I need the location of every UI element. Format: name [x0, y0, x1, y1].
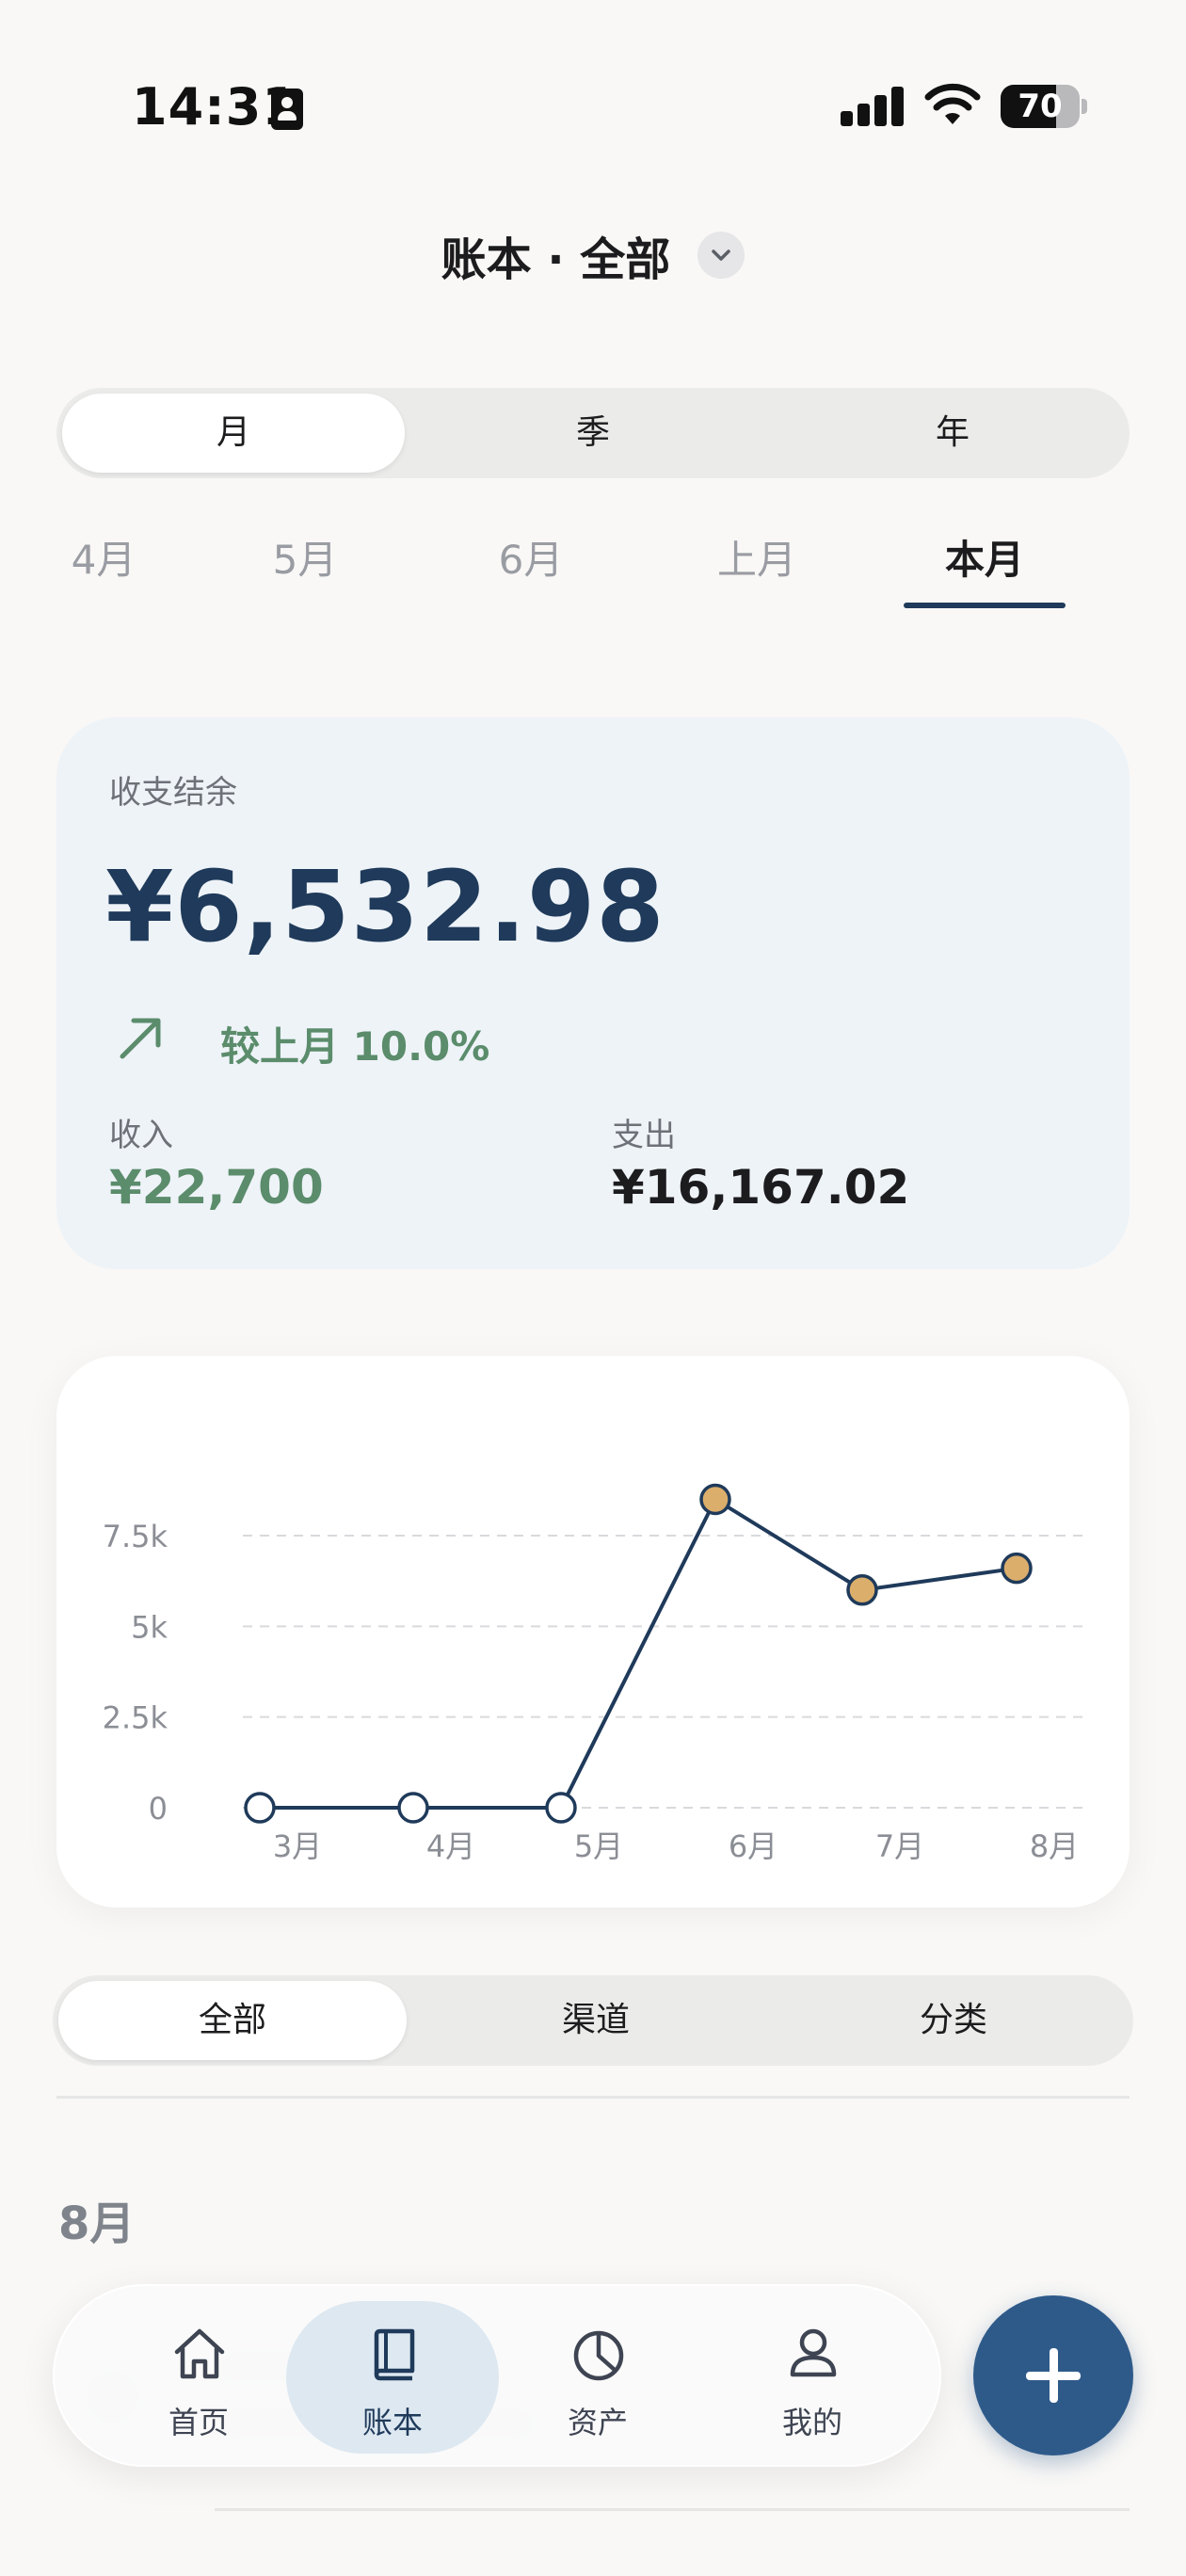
filter-segmented-control: 全部 渠道 分类 [53, 1975, 1133, 2066]
trend-up-icon [120, 1018, 161, 1059]
segment-quarter[interactable]: 季 [422, 394, 764, 473]
x-tick-label: 8月 [1030, 1828, 1079, 1864]
series-line [260, 1497, 1018, 1810]
y-tick-label: 5k [131, 1609, 168, 1645]
data-point [699, 1483, 731, 1516]
battery-level-text: 70 [1018, 88, 1063, 125]
tab-may[interactable]: 5月 [248, 527, 361, 593]
tab-june[interactable]: 6月 [474, 527, 587, 593]
trend-chart-card[interactable]: 0 2.5k 5k 7.5k 3月 4月 5月 6月 7月 8月 [56, 1356, 1130, 1908]
x-tick-label: 5月 [574, 1828, 623, 1864]
income-label: 收入 [109, 1117, 173, 1154]
tab-this-month[interactable]: 本月 [909, 527, 1060, 593]
nav-ledger[interactable]: 账本 [286, 2286, 499, 2469]
expense-value: ¥16,167.02 [612, 1160, 910, 1215]
segment-year[interactable]: 年 [781, 394, 1124, 473]
data-point [545, 1792, 577, 1824]
ledger-selector[interactable]: 账本 · 全部 [0, 222, 1186, 288]
x-tick-label: 6月 [729, 1828, 777, 1864]
data-point [846, 1574, 878, 1606]
data-point [244, 1792, 276, 1824]
nav-label-ledger: 账本 [361, 2405, 423, 2440]
segment-channel[interactable]: 渠道 [422, 1981, 770, 2060]
y-tick-label: 2.5k [103, 1700, 168, 1736]
balance-label: 收支结余 [109, 774, 237, 812]
divider [56, 2096, 1130, 2099]
nav-me[interactable]: 我的 [713, 2286, 911, 2469]
section-month-header: 8月 [58, 2198, 136, 2250]
bottom-navigation: 首页 账本 资产 我的 [53, 2284, 941, 2467]
nav-label-assets: 资产 [567, 2405, 628, 2440]
nav-assets[interactable]: 资产 [499, 2286, 697, 2469]
data-point [397, 1792, 429, 1824]
y-tick-label: 7.5k [103, 1519, 168, 1554]
tab-april[interactable]: 4月 [47, 527, 160, 593]
contact-card-icon [271, 89, 303, 130]
expense-label: 支出 [612, 1117, 676, 1154]
segment-all[interactable]: 全部 [58, 1981, 407, 2060]
x-tick-label: 3月 [273, 1828, 322, 1864]
pie-chart-icon [573, 2330, 624, 2381]
balance-card[interactable]: 收支结余 ¥6,532.98 较上月 10.0% 收入 ¥22,700 支出 ¥… [56, 717, 1130, 1269]
nav-label-home: 首页 [168, 2405, 229, 2440]
wifi-icon [924, 83, 981, 124]
status-bar: 14:31 70 [0, 0, 1186, 217]
add-transaction-button[interactable] [973, 2295, 1133, 2455]
data-point [1001, 1552, 1033, 1585]
segment-category[interactable]: 分类 [779, 1981, 1128, 2060]
income-value: ¥22,700 [109, 1160, 324, 1215]
home-icon [174, 2328, 225, 2379]
trend-text: 较上月 10.0% [220, 1023, 490, 1070]
user-icon [790, 2328, 837, 2377]
x-tick-label: 7月 [875, 1828, 924, 1864]
book-icon [374, 2328, 415, 2381]
nav-label-me: 我的 [781, 2405, 842, 2440]
tab-last-month[interactable]: 上月 [691, 527, 823, 593]
month-tabs: 4月 5月 6月 上月 本月 [0, 527, 1186, 612]
balance-amount: ¥6,532.98 [105, 849, 665, 964]
battery-icon: 70 [1001, 85, 1087, 128]
nav-home[interactable]: 首页 [100, 2286, 297, 2469]
page-title: 账本 · 全部 [441, 233, 671, 286]
cellular-signal-icon [841, 87, 905, 126]
active-tab-indicator [904, 603, 1066, 608]
line-chart: 0 2.5k 5k 7.5k 3月 4月 5月 6月 7月 8月 [103, 1483, 1082, 1864]
y-tick-label: 0 [149, 1791, 168, 1827]
segment-month[interactable]: 月 [62, 394, 405, 473]
period-segmented-control: 月 季 年 [56, 388, 1130, 478]
chevron-down-icon[interactable] [697, 232, 745, 279]
x-tick-label: 4月 [426, 1828, 475, 1864]
